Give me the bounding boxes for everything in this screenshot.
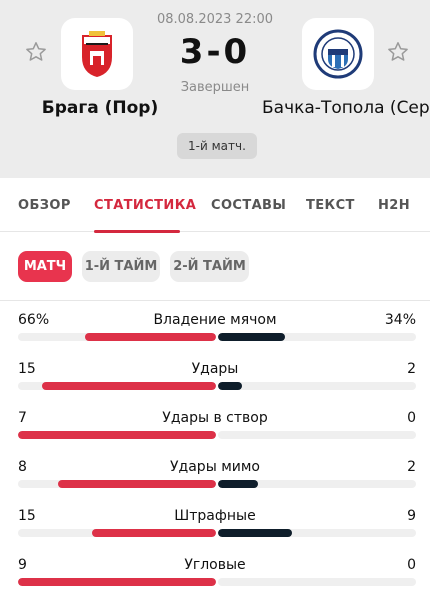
stat-row: 15 Штрафные 9 xyxy=(0,508,430,548)
tab-overview[interactable]: ОБЗОР xyxy=(18,198,71,213)
stat-away-bar-track xyxy=(218,578,416,586)
tab-h2h[interactable]: H2H xyxy=(378,198,410,213)
stat-home-bar-fill xyxy=(18,578,216,586)
away-team-logo[interactable] xyxy=(302,18,374,90)
filter-first-half-button[interactable]: 1-Й ТАЙМ xyxy=(82,251,160,282)
tab-text[interactable]: ТЕКСТ xyxy=(306,198,355,213)
home-team-name[interactable]: Брага (Пор) xyxy=(40,98,160,118)
stat-home-bar-track xyxy=(18,382,216,390)
stat-away-bar-track xyxy=(218,333,416,341)
stat-home-bar-track xyxy=(18,480,216,488)
stat-home-bar-track xyxy=(18,333,216,341)
stat-home-bar-fill xyxy=(41,382,216,390)
stat-home-bar-fill xyxy=(18,431,216,439)
stat-label: Штрафные xyxy=(174,508,256,524)
stat-away-value: 0 xyxy=(407,410,416,426)
filter-match-button[interactable]: МАТЧ xyxy=(18,251,72,282)
stat-label: Удары в створ xyxy=(162,410,268,426)
stat-away-value: 2 xyxy=(407,361,416,377)
stat-away-value: 9 xyxy=(407,508,416,524)
tab-statistics[interactable]: СТАТИСТИКА xyxy=(94,198,196,213)
stat-away-bar-track xyxy=(218,480,416,488)
stat-away-bar-track xyxy=(218,529,416,537)
stat-row: 9 Угловые 0 xyxy=(0,557,430,597)
stat-away-bar-track xyxy=(218,431,416,439)
favorite-star-icon-away[interactable] xyxy=(386,40,410,64)
stat-home-bar-track xyxy=(18,529,216,537)
stat-label: Удары мимо xyxy=(170,459,260,475)
stat-home-bar-track xyxy=(18,578,216,586)
stat-away-value: 34% xyxy=(384,312,416,328)
stat-label: Угловые xyxy=(184,557,246,573)
stat-label: Владение мячом xyxy=(153,312,277,328)
stat-away-bar-fill xyxy=(218,529,293,537)
filter-second-half-button[interactable]: 2-Й ТАЙМ xyxy=(170,251,249,282)
stat-away-bar-track xyxy=(218,382,416,390)
stat-away-bar-fill xyxy=(218,480,258,488)
stat-away-bar-fill xyxy=(218,333,286,341)
tab-lineups[interactable]: СОСТАВЫ xyxy=(211,198,286,213)
stat-row: 7 Удары в створ 0 xyxy=(0,410,430,450)
match-round-badge: 1-й матч. xyxy=(177,133,257,159)
stat-away-bar-fill xyxy=(218,382,242,390)
stat-row: 66% Владение мячом 34% xyxy=(0,312,430,352)
away-team-name[interactable]: Бачка-Топола (Сер) xyxy=(262,98,430,118)
stat-away-value: 2 xyxy=(407,459,416,475)
stat-label: Удары xyxy=(191,361,239,377)
active-tab-indicator xyxy=(94,230,180,233)
section-divider xyxy=(0,300,430,301)
stat-home-bar-track xyxy=(18,431,216,439)
match-tabs: ОБЗОР СТАТИСТИКА СОСТАВЫ ТЕКСТ H2H xyxy=(0,178,430,233)
tsc-crest-icon xyxy=(313,29,363,79)
stat-row: 8 Удары мимо 2 xyxy=(0,459,430,499)
stat-home-bar-fill xyxy=(92,529,216,537)
stat-away-value: 0 xyxy=(407,557,416,573)
stat-home-bar-fill xyxy=(85,333,216,341)
stat-row: 15 Удары 2 xyxy=(0,361,430,401)
stat-home-bar-fill xyxy=(57,480,216,488)
match-header: 08.08.2023 22:00 3-0 Завершен Брага (Пор… xyxy=(0,0,430,178)
